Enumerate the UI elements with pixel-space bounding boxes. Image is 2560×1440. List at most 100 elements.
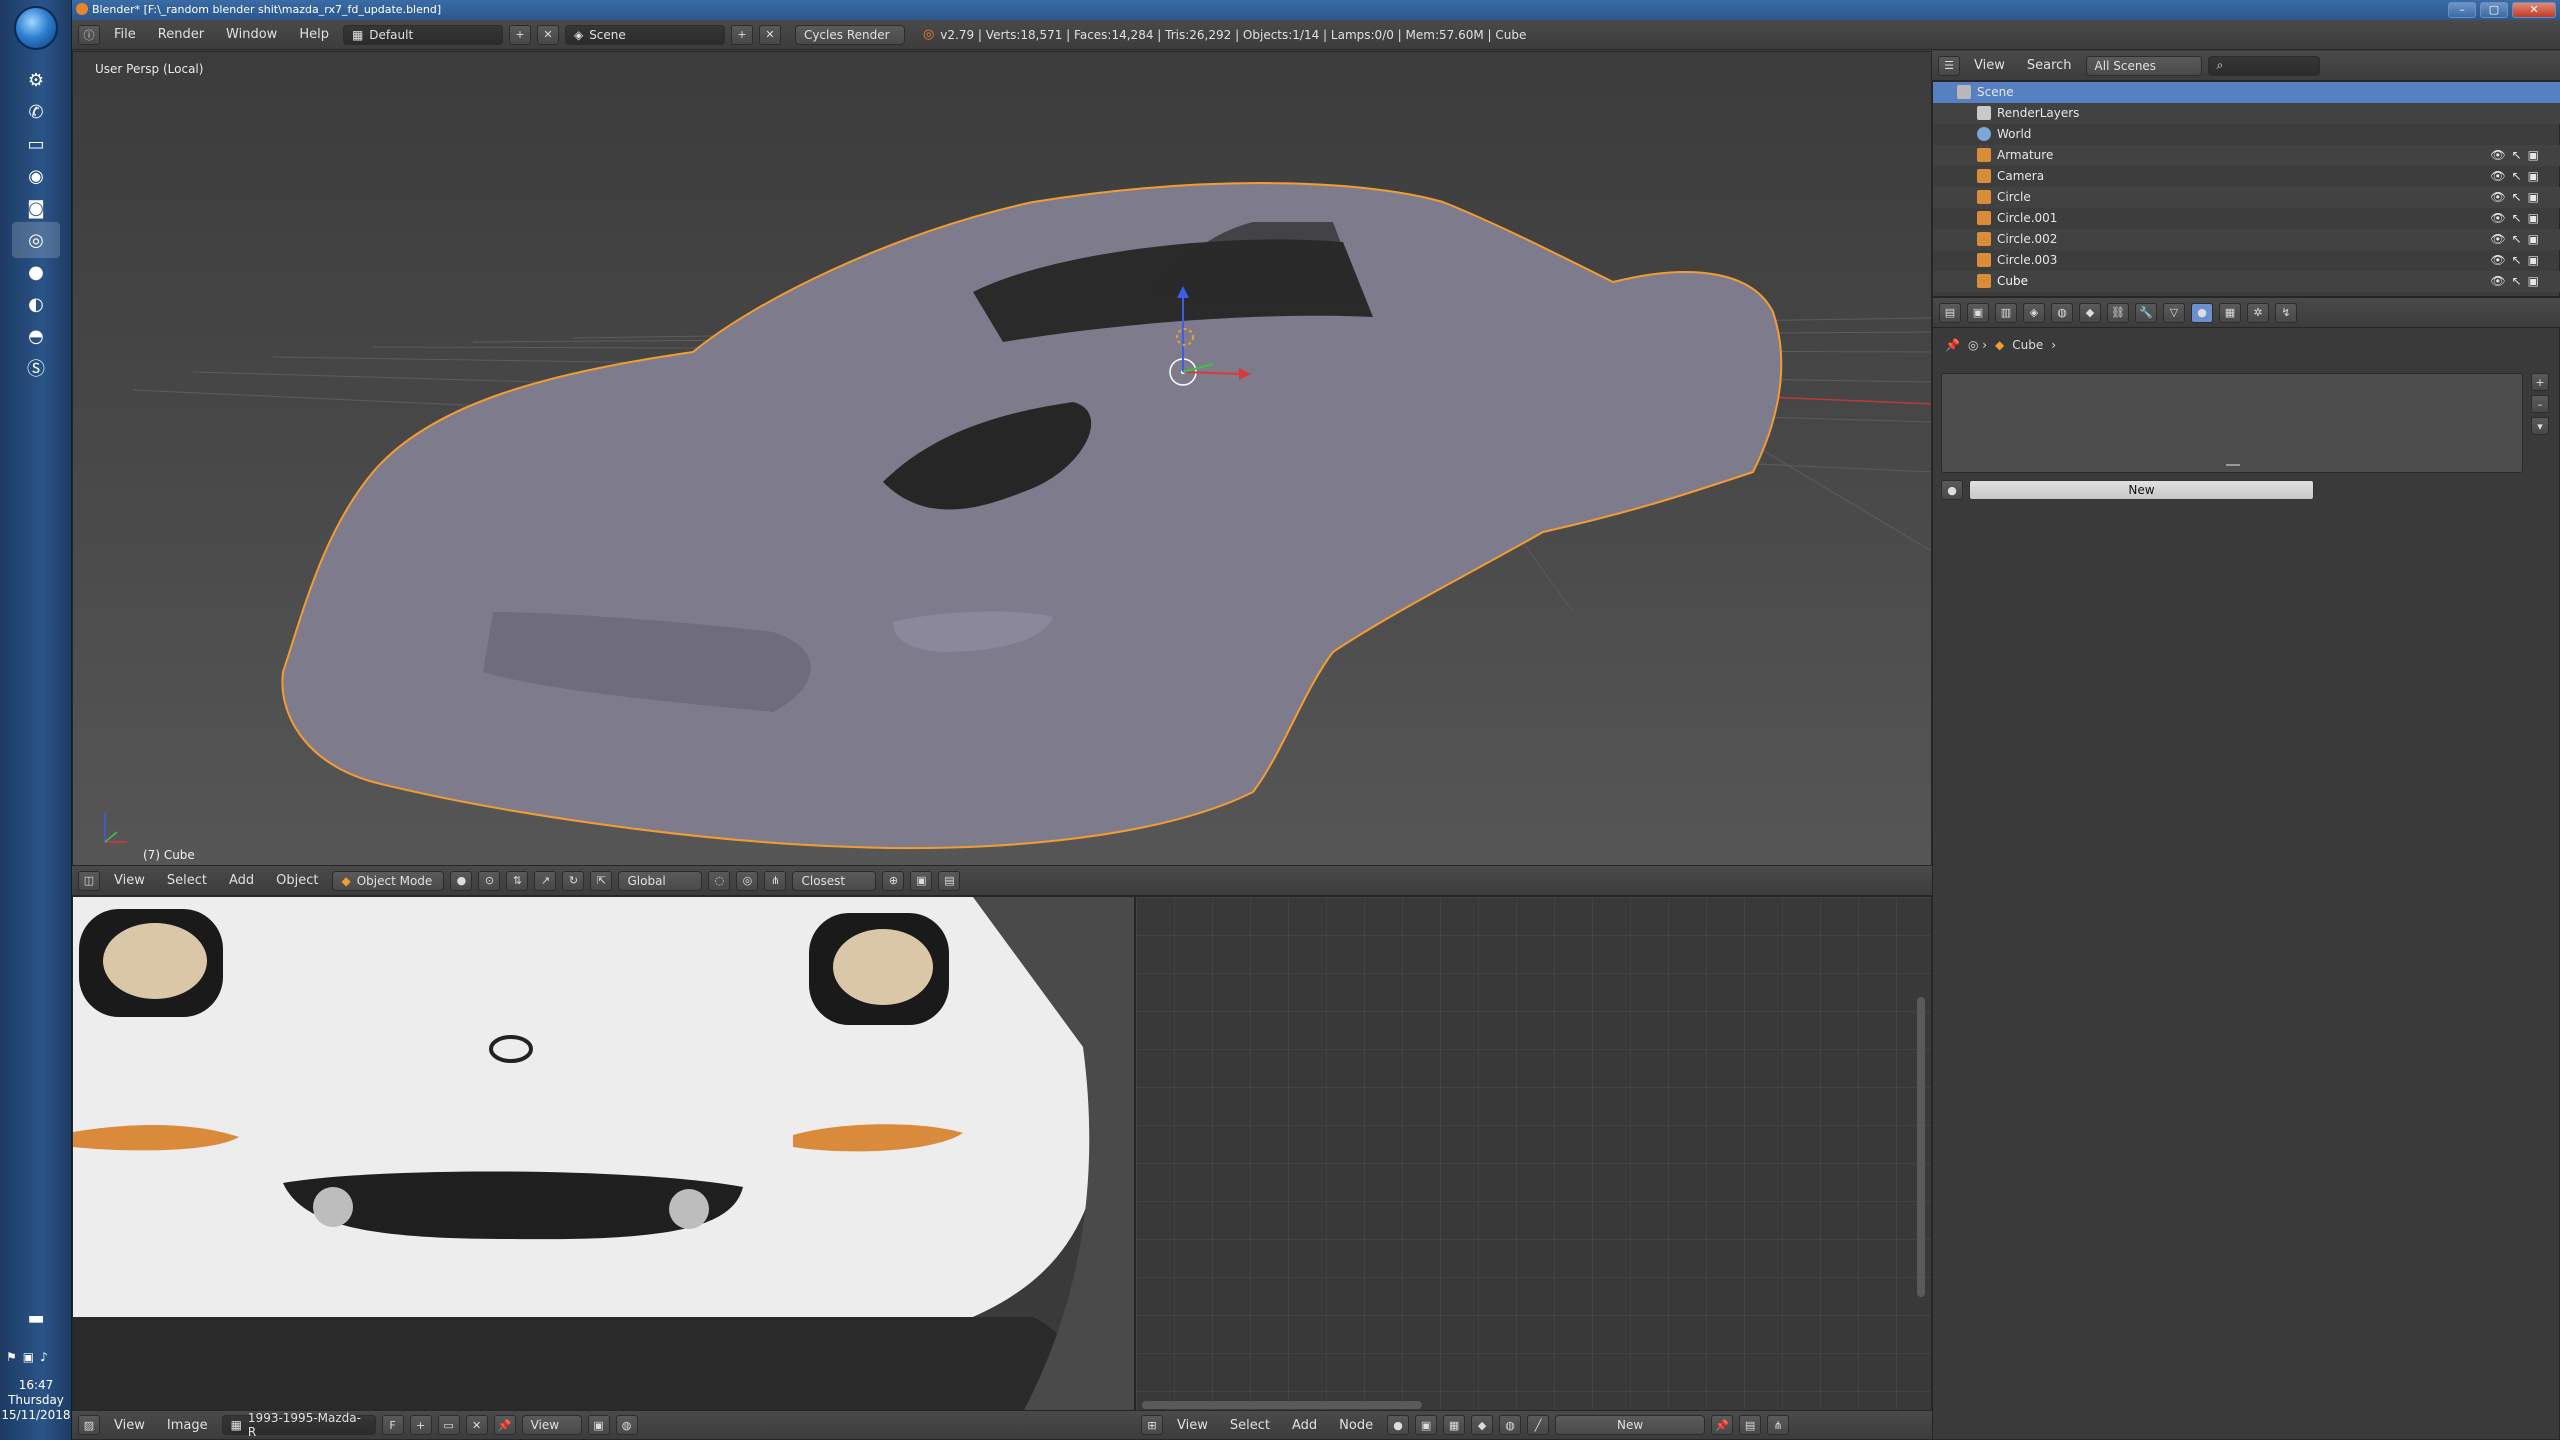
outliner-row-circle-001[interactable]: Circle.001 👁 ↖ ▣	[1933, 208, 2560, 229]
tab-physics-icon[interactable]: ↯	[2275, 302, 2297, 323]
snap-magnet-icon[interactable]: ⋔	[764, 870, 787, 891]
manipulator-icon[interactable]: ⇅	[506, 870, 529, 891]
list-resize-grip-icon[interactable]	[2226, 464, 2240, 466]
outliner-search-input[interactable]: ⌕	[2207, 55, 2320, 76]
tab-modifiers-icon[interactable]: 🔧	[2135, 302, 2157, 323]
visibility-eye-icon[interactable]: 👁	[2490, 229, 2505, 250]
whatsapp-icon[interactable]: ✆	[12, 94, 60, 130]
visibility-eye-icon[interactable]: 👁	[2490, 145, 2505, 166]
image-new-icon[interactable]: +	[409, 1415, 432, 1435]
tab-world-icon[interactable]: ◍	[2051, 302, 2073, 323]
render-engine-selector[interactable]: Cycles Render	[794, 24, 905, 45]
select-arrow-icon[interactable]: ↖	[2512, 229, 2522, 250]
menu-add[interactable]: Add	[221, 871, 262, 890]
orientation-selector[interactable]: Global	[618, 870, 703, 891]
node-menu-select[interactable]: Select	[1222, 1416, 1278, 1435]
skype-icon[interactable]: Ⓢ	[12, 350, 60, 386]
node-pin-icon[interactable]: 📌	[1711, 1415, 1734, 1435]
tab-data-icon[interactable]: ▽	[2163, 302, 2185, 323]
node-menu-add[interactable]: Add	[1284, 1416, 1325, 1435]
render-camera-small-icon[interactable]: ▣	[2528, 271, 2539, 292]
visibility-eye-icon[interactable]: 👁	[2490, 208, 2505, 229]
image-unlink-icon[interactable]: ✕	[465, 1415, 488, 1435]
remove-scene-icon[interactable]: ✕	[758, 24, 781, 45]
pivot-point-icon[interactable]: ⊙	[478, 870, 501, 891]
app-eye-icon[interactable]: ◓	[12, 318, 60, 354]
outliner-row-circle[interactable]: Circle 👁 ↖ ▣	[1933, 187, 2560, 208]
image-menu-image[interactable]: Image	[159, 1416, 216, 1435]
outliner-row-circle-003[interactable]: Circle.003 👁 ↖ ▣	[1933, 250, 2560, 271]
image-selector[interactable]: ▦ 1993-1995-Mazda-R	[221, 1411, 376, 1439]
browse-material-icon[interactable]: ●	[1941, 480, 1963, 500]
select-arrow-icon[interactable]: ↖	[2512, 208, 2522, 229]
outliner-row-world[interactable]: World	[1933, 124, 2560, 145]
object-shader-icon[interactable]: ◆	[1471, 1415, 1494, 1435]
layers-icon[interactable]: ◌	[708, 870, 731, 891]
editor-type-3d-icon[interactable]: ◫	[78, 870, 100, 891]
world-shader-icon[interactable]: ◍	[1499, 1415, 1522, 1435]
show-desktop-icon[interactable]: ▬	[12, 1300, 60, 1336]
slot-menu-icon[interactable]: ▾	[2531, 417, 2549, 435]
visibility-eye-icon[interactable]: 👁	[2490, 166, 2505, 187]
node-menu-node[interactable]: Node	[1331, 1416, 1381, 1435]
image-channels-icon[interactable]: ◍	[615, 1415, 638, 1435]
compositing-nodes-icon[interactable]: ▣	[1415, 1415, 1438, 1435]
render-camera-small-icon[interactable]: ▣	[2528, 229, 2539, 250]
app-orange-icon[interactable]: ●	[12, 254, 60, 290]
select-arrow-icon[interactable]: ↖	[2512, 145, 2522, 166]
render-camera-small-icon[interactable]: ▣	[2528, 208, 2539, 229]
new-material-button[interactable]: New	[1969, 480, 2314, 500]
image-menu-view[interactable]: View	[106, 1416, 153, 1435]
remove-slot-icon[interactable]: –	[2531, 395, 2549, 413]
system-clock[interactable]: 16:47 Thursday 15/11/2018	[0, 1378, 72, 1423]
remove-layout-icon[interactable]: ✕	[536, 24, 559, 45]
reference-image[interactable]	[73, 897, 1135, 1411]
properties-editor[interactable]: ▤ ▣ ▥ ◈ ◍ ◆ ⛓ 🔧 ▽ ● ▦ ✲ ↯ 📌 ◎ › ◆ Cube ›…	[1932, 297, 2560, 1440]
texture-nodes-icon[interactable]: ▦	[1443, 1415, 1466, 1435]
linestyle-shader-icon[interactable]: ╱	[1527, 1415, 1550, 1435]
render-camera-small-icon[interactable]: ▣	[2528, 145, 2539, 166]
close-button[interactable]: ✕	[2512, 2, 2556, 18]
outliner-row-circle-002[interactable]: Circle.002 👁 ↖ ▣	[1933, 229, 2560, 250]
node-editor-vscrollbar[interactable]	[1917, 997, 1925, 1297]
firefox-icon[interactable]: ◉	[12, 158, 60, 194]
tab-constraints-icon[interactable]: ⛓	[2107, 302, 2129, 323]
menu-file[interactable]: File	[106, 25, 144, 44]
blender-icon[interactable]: ◎	[12, 222, 60, 258]
tab-texture-icon[interactable]: ▦	[2219, 302, 2241, 323]
layout-selector[interactable]: ▦ Default	[342, 24, 503, 45]
tab-scene-icon[interactable]: ◈	[2023, 302, 2045, 323]
node-menu-view[interactable]: View	[1169, 1416, 1216, 1435]
select-arrow-icon[interactable]: ↖	[2512, 187, 2522, 208]
translate-icon[interactable]: ↗	[534, 870, 557, 891]
node-editor[interactable]	[1135, 896, 1932, 1411]
node-new-material-button[interactable]: New	[1555, 1415, 1706, 1435]
tab-layers-icon[interactable]: ▥	[1995, 302, 2017, 323]
node-snap-icon[interactable]: ⋔	[1767, 1415, 1790, 1435]
rotate-icon[interactable]: ↻	[562, 870, 585, 891]
menu-help[interactable]: Help	[291, 25, 337, 44]
visibility-eye-icon[interactable]: 👁	[2490, 187, 2505, 208]
outliner-row-camera[interactable]: Camera 👁 ↖ ▣	[1933, 166, 2560, 187]
visibility-eye-icon[interactable]: 👁	[2490, 250, 2505, 271]
image-open-icon[interactable]: ▭	[437, 1415, 460, 1435]
shading-solid-icon[interactable]: ●	[450, 870, 473, 891]
add-scene-icon[interactable]: +	[730, 24, 753, 45]
maximize-button[interactable]: ▢	[2480, 2, 2508, 18]
mode-selector[interactable]: ◆ Object Mode	[332, 870, 445, 891]
tray-volume-icon[interactable]: ♪	[40, 1350, 48, 1366]
outliner-row-scene[interactable]: Scene	[1933, 82, 2560, 103]
tab-material-icon[interactable]: ●	[2191, 302, 2213, 323]
proportional-edit-icon[interactable]: ◎	[736, 870, 759, 891]
image-pin-icon[interactable]: 📌	[493, 1415, 516, 1435]
node-editor-hscrollbar[interactable]	[1142, 1401, 1422, 1409]
tray-network-icon[interactable]: ▣	[23, 1350, 34, 1366]
editor-type-outliner-icon[interactable]: ☰	[1938, 55, 1960, 76]
menu-object[interactable]: Object	[268, 871, 326, 890]
menu-window[interactable]: Window	[218, 25, 285, 44]
tab-object-icon[interactable]: ◆	[2079, 302, 2101, 323]
tab-render-icon[interactable]: ▣	[1967, 302, 1989, 323]
tab-particles-icon[interactable]: ✲	[2247, 302, 2269, 323]
editor-type-info-icon[interactable]: ⓘ	[78, 24, 100, 45]
discord-icon[interactable]: ◙	[12, 190, 60, 226]
